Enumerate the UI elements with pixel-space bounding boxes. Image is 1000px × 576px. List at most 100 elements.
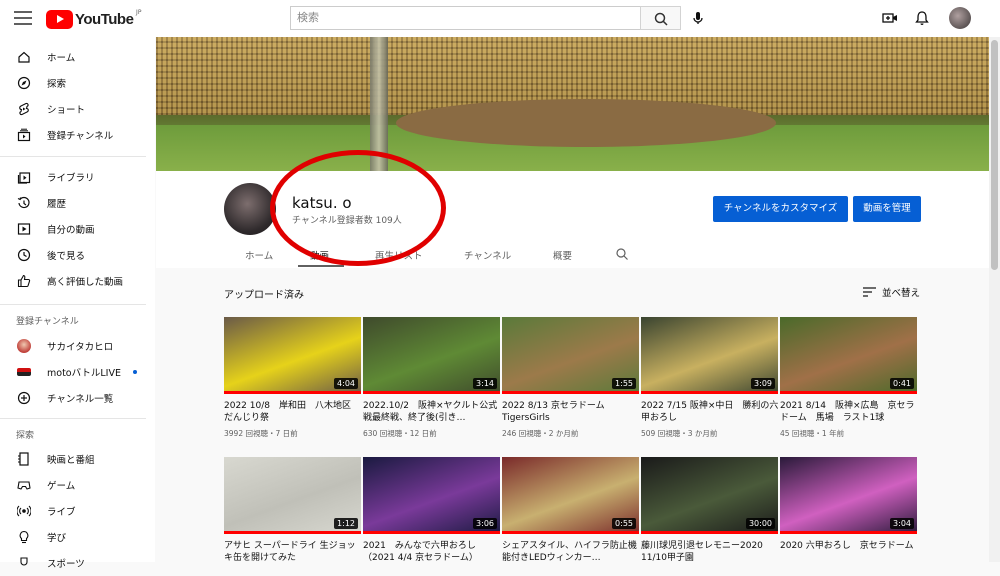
sidebar-item-shorts[interactable]: ショート — [0, 96, 155, 122]
sidebar-item-label: ライブ — [47, 507, 76, 518]
video-duration: 3:06 — [473, 518, 497, 529]
top-bar: YouTube JP 検索 — [0, 0, 1000, 37]
sort-label: 並べ替え — [882, 288, 921, 299]
video-duration: 0:41 — [890, 378, 914, 389]
sidebar-item-sports[interactable]: スポーツ — [0, 550, 155, 576]
sidebar-item-live[interactable]: ライブ — [0, 498, 155, 524]
channel-avatar[interactable] — [224, 183, 276, 235]
sidebar-item-label: サカイタカヒロ — [47, 342, 114, 353]
video-thumbnail[interactable]: 3:04 — [780, 457, 917, 534]
live-icon — [17, 505, 31, 517]
customize-channel-button[interactable]: チャンネルをカスタマイズ — [713, 196, 848, 222]
video-title[interactable]: 2020 六甲おろし 京セラドーム — [780, 540, 918, 564]
sidebar-item-browse-channels[interactable]: チャンネル一覧 — [0, 385, 155, 411]
video-card[interactable]: 3:14 2022.10/2 阪神×ヤクルト公式戦最終戦、終了後(引き… 630 回… — [363, 317, 501, 439]
your-videos-icon — [17, 223, 31, 235]
watch-progress-bar — [641, 531, 778, 534]
video-title[interactable]: 2022.10/2 阪神×ヤクルト公式戦最終戦、終了後(引き… — [363, 400, 501, 424]
sidebar-item-label: ホーム — [47, 53, 76, 64]
sidebar-subscription-sakai[interactable]: サカイタカヒロ — [0, 333, 155, 359]
sidebar-item-subscriptions[interactable]: 登録チャンネル — [0, 122, 155, 148]
tab-about[interactable]: 概要 — [553, 248, 572, 262]
sidebar-item-explore[interactable]: 探索 — [0, 70, 155, 96]
video-thumbnail[interactable]: 3:06 — [363, 457, 500, 534]
sidebar-divider — [0, 418, 146, 419]
red-annotation-circle — [270, 150, 446, 266]
search-button[interactable] — [640, 6, 681, 30]
tab-channels[interactable]: チャンネル — [464, 248, 511, 262]
video-thumbnail[interactable]: 3:09 — [641, 317, 778, 394]
tab-home[interactable]: ホーム — [245, 248, 273, 262]
video-add-icon — [882, 13, 897, 23]
video-meta: 246 回視聴・2 か月前 — [502, 429, 579, 438]
compass-icon — [17, 76, 31, 90]
video-thumbnail[interactable]: 3:14 — [363, 317, 500, 394]
search-icon — [654, 12, 668, 26]
microphone-icon — [693, 12, 703, 24]
youtube-logo[interactable]: YouTube JP — [46, 9, 141, 29]
home-icon — [18, 51, 30, 63]
sidebar-item-label: 登録チャンネル — [47, 131, 114, 142]
notifications-button[interactable] — [913, 9, 931, 27]
uploads-heading: アップロード済み — [224, 290, 304, 301]
video-title[interactable]: シェアスタイル、ハイフラ防止機能付きLEDウィンカー… — [502, 540, 640, 564]
like-icon — [17, 274, 31, 288]
video-thumbnail[interactable]: 0:41 — [780, 317, 917, 394]
sidebar-item-history[interactable]: 履歴 — [0, 190, 155, 216]
video-card[interactable]: 3:04 2020 六甲おろし 京セラドーム — [780, 457, 918, 564]
watch-progress-bar — [363, 531, 500, 534]
video-duration: 3:09 — [751, 378, 775, 389]
sidebar-item-home[interactable]: ホーム — [0, 44, 155, 70]
sidebar-item-label: 履歴 — [47, 199, 67, 210]
video-duration: 3:04 — [890, 518, 914, 529]
video-meta: 509 回視聴・3 か月前 — [641, 429, 718, 438]
video-card[interactable]: 0:41 2021 8/14 阪神×広島 京セラドーム 馬場 ラスト1球 45 回視… — [780, 317, 918, 439]
video-title[interactable]: 2022 8/13 京セラドーム TigersGirls — [502, 400, 640, 424]
video-thumbnail[interactable]: 4:04 — [224, 317, 361, 394]
video-card[interactable]: 1:55 2022 8/13 京セラドーム TigersGirls 246 回視聴・… — [502, 317, 640, 439]
voice-search-button[interactable] — [688, 8, 708, 28]
sidebar-subscription-moto[interactable]: motoバトルLIVE — [0, 359, 155, 385]
video-card[interactable]: 3:06 2021 みんなで六甲おろし（2021 4/4 京セラドーム） — [363, 457, 501, 564]
sidebar-item-gaming[interactable]: ゲーム — [0, 472, 155, 498]
watch-later-icon — [17, 248, 31, 262]
video-thumbnail[interactable]: 1:55 — [502, 317, 639, 394]
sidebar-item-liked-videos[interactable]: 高く評価した動画 — [0, 268, 155, 294]
video-thumbnail[interactable]: 0:55 — [502, 457, 639, 534]
search-input[interactable]: 検索 — [290, 6, 641, 30]
sidebar-item-movies[interactable]: 映画と番組 — [0, 446, 155, 472]
video-title[interactable]: 2022 7/15 阪神×中日 勝利の六甲おろし — [641, 400, 779, 424]
video-card[interactable]: 0:55 シェアスタイル、ハイフラ防止機能付きLEDウィンカー… — [502, 457, 640, 564]
sort-button[interactable]: 並べ替え — [863, 285, 920, 299]
video-title[interactable]: 藤川球児引退セレモニー2020 11/10甲子園 — [641, 540, 779, 564]
menu-icon[interactable] — [14, 10, 32, 26]
video-card[interactable]: 4:04 2022 10/8 岸和田 八木地区 だんじり祭 3992 回視聴・7 日… — [224, 317, 362, 439]
sidebar-item-learning[interactable]: 学び — [0, 524, 155, 550]
search-icon[interactable] — [615, 247, 629, 261]
video-card[interactable]: 1:12 アサヒ スーパードライ 生ジョッキ缶を開けてみた — [224, 457, 362, 564]
manage-videos-button[interactable]: 動画を管理 — [853, 196, 921, 222]
video-duration: 1:12 — [334, 518, 358, 529]
video-card[interactable]: 30:00 藤川球児引退セレモニー2020 11/10甲子園 — [641, 457, 779, 564]
video-thumbnail[interactable]: 30:00 — [641, 457, 778, 534]
video-meta: 45 回視聴・1 年前 — [780, 429, 845, 438]
video-title[interactable]: 2022 10/8 岸和田 八木地区 だんじり祭 — [224, 400, 362, 424]
scrollbar-thumb[interactable] — [991, 40, 998, 270]
sidebar-item-your-videos[interactable]: 自分の動画 — [0, 216, 155, 242]
video-title[interactable]: 2021 みんなで六甲おろし（2021 4/4 京セラドーム） — [363, 540, 501, 564]
add-circle-icon — [17, 391, 31, 405]
create-button[interactable] — [881, 9, 899, 27]
video-meta: 630 回視聴・12 日前 — [363, 429, 437, 438]
sidebar-item-watch-later[interactable]: 後で見る — [0, 242, 155, 268]
sidebar-item-library[interactable]: ライブラリ — [0, 164, 155, 190]
video-thumbnail[interactable]: 1:12 — [224, 457, 361, 534]
watch-progress-bar — [224, 531, 361, 534]
video-card[interactable]: 3:09 2022 7/15 阪神×中日 勝利の六甲おろし 509 回視聴・3 か月… — [641, 317, 779, 439]
video-title[interactable]: アサヒ スーパードライ 生ジョッキ缶を開けてみた — [224, 540, 362, 564]
account-avatar[interactable] — [949, 7, 971, 29]
video-title[interactable]: 2021 8/14 阪神×広島 京セラドーム 馬場 ラスト1球 — [780, 400, 918, 424]
sidebar-item-label: ライブラリ — [47, 173, 95, 184]
sidebar-item-label: 映画と番組 — [47, 455, 95, 466]
video-duration: 1:55 — [612, 378, 636, 389]
sidebar-item-label: 自分の動画 — [47, 225, 95, 236]
